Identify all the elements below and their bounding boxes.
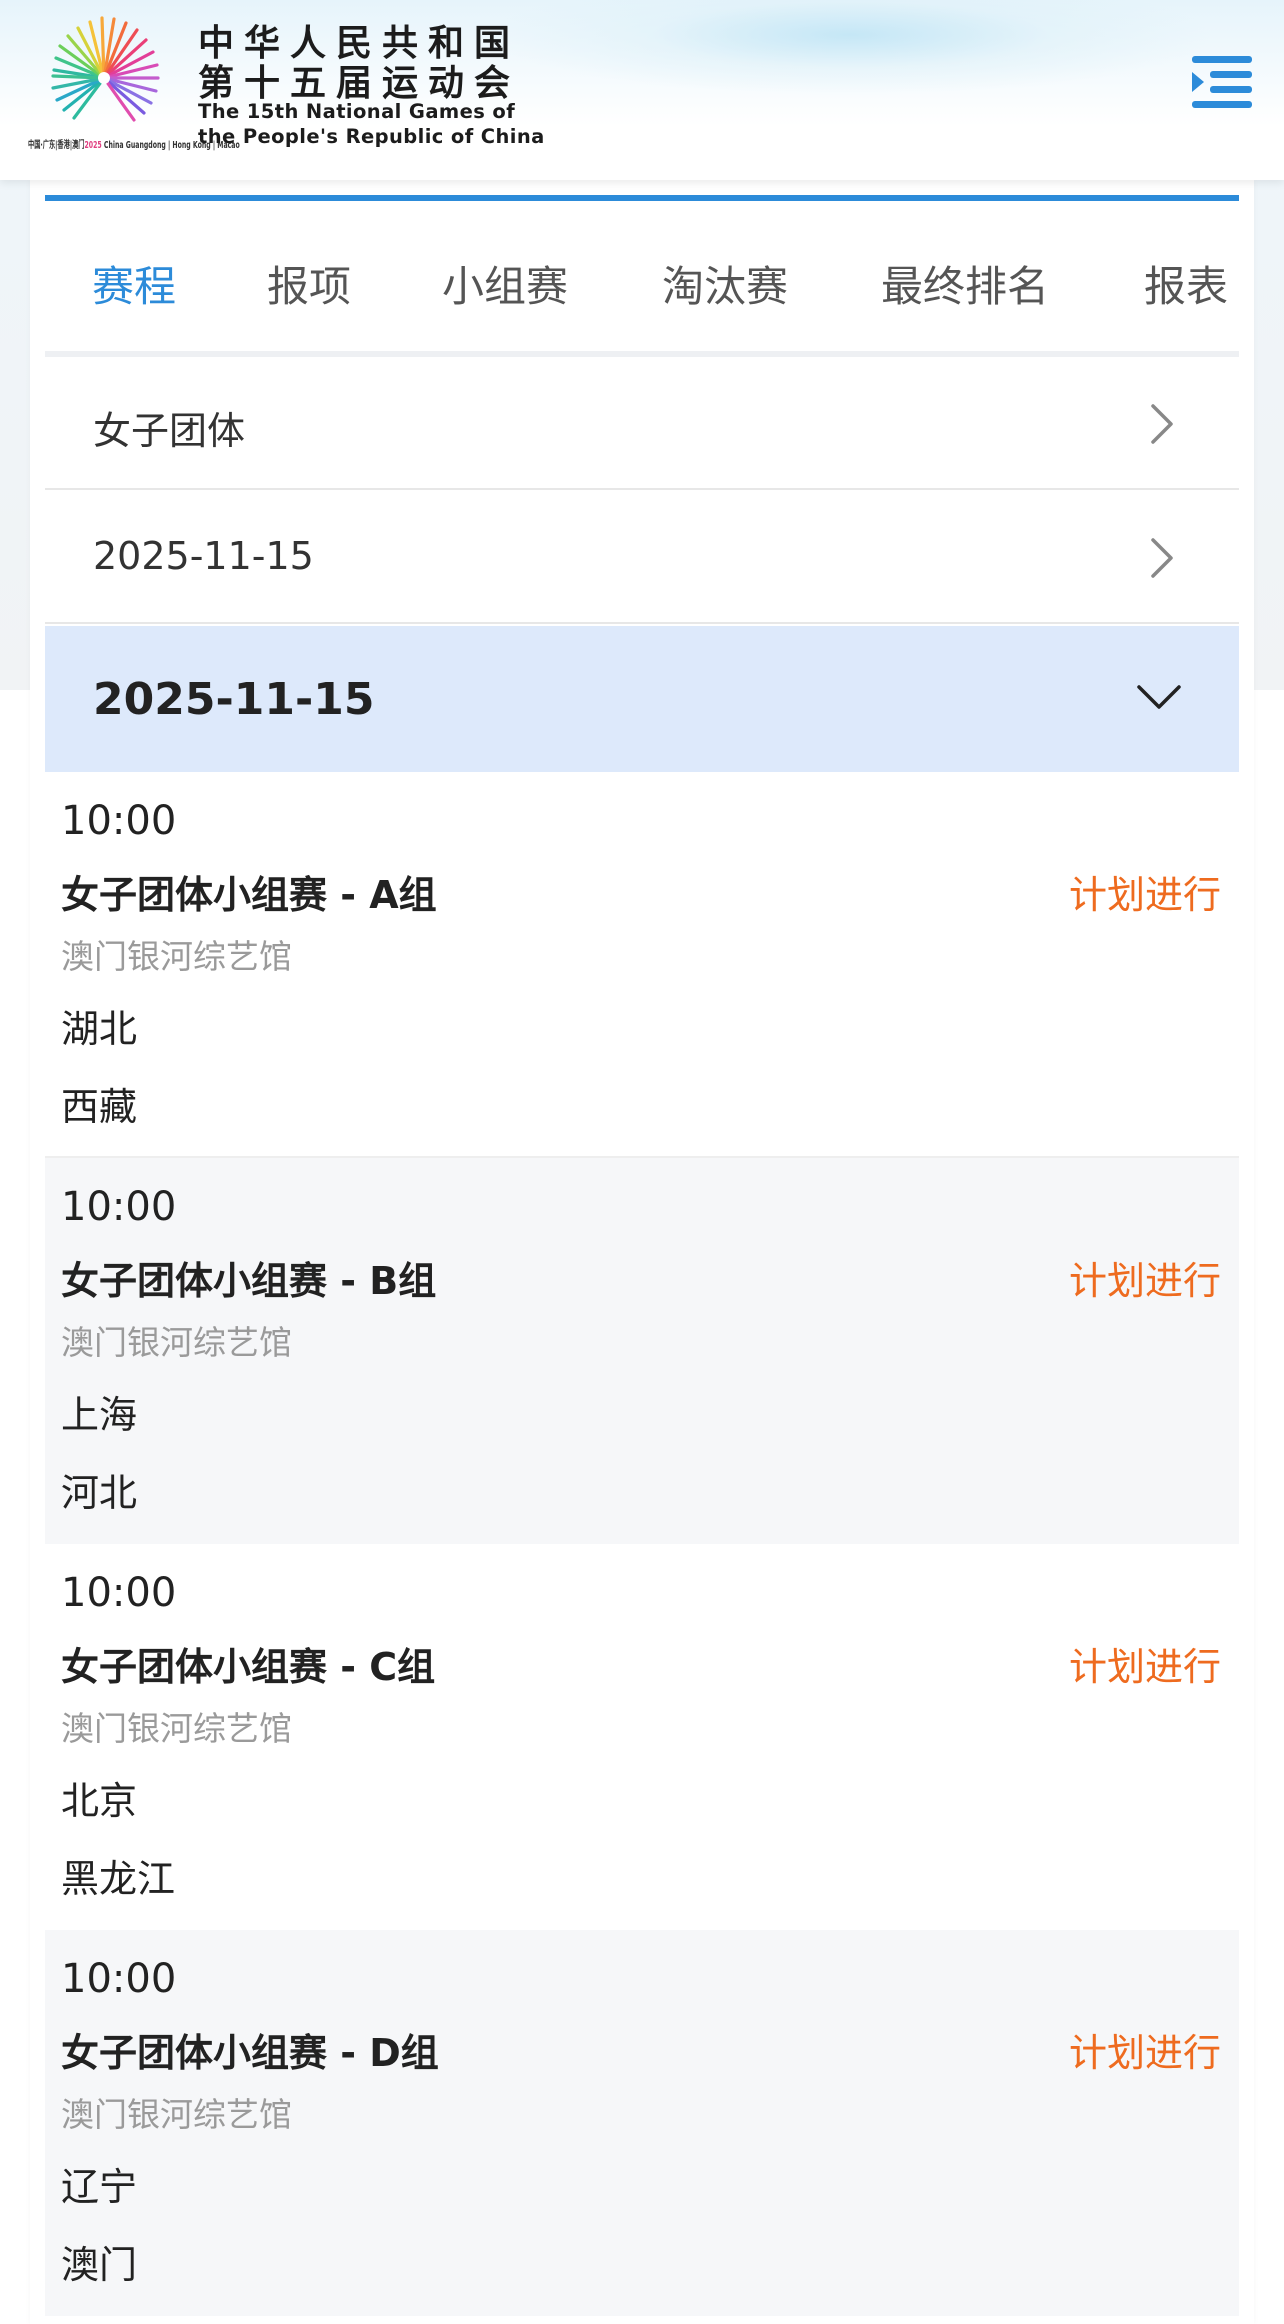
match-item[interactable]: 10:00 女子团体小组赛 - A组 计划进行 澳门银河综艺馆 湖北 西藏: [45, 772, 1239, 1158]
site-header: 中国·广东|香港|澳门2025 China Guangdong | Hong K…: [0, 0, 1284, 180]
match-venue: 澳门银河综艺馆: [61, 1323, 292, 1362]
match-time: 10:00: [61, 798, 177, 844]
match-name: 女子团体小组赛 - A组: [61, 873, 437, 917]
match-team-2: 河北: [61, 1471, 138, 1515]
date-group-label: 2025-11-15: [93, 674, 375, 725]
menu-indent-icon: [1192, 56, 1252, 108]
date-selector-label: 2025-11-15: [93, 534, 314, 578]
match-time: 10:00: [61, 1570, 177, 1616]
site-title-en-line1: The 15th National Games of: [198, 100, 516, 123]
match-status: 计划进行: [1068, 873, 1221, 917]
match-status: 计划进行: [1068, 2031, 1221, 2075]
chevron-right-icon: [1151, 404, 1173, 444]
match-name: 女子团体小组赛 - C组: [61, 1645, 436, 1689]
event-selector[interactable]: 女子团体: [45, 358, 1239, 490]
tabs-divider: [45, 351, 1239, 357]
site-title-cn-line2: 第十五届运动会: [198, 63, 521, 104]
match-item[interactable]: 10:00 女子团体小组赛 - B组 计划进行 澳门银河综艺馆 上海 河北: [45, 1158, 1239, 1544]
chevron-down-icon: [1137, 685, 1181, 709]
games-logo-icon[interactable]: [28, 6, 178, 134]
match-team-1: 辽宁: [61, 2165, 138, 2209]
logo-caption-year: 2025: [84, 140, 102, 151]
match-venue: 澳门银河综艺馆: [61, 1709, 292, 1748]
match-status: 计划进行: [1068, 1645, 1221, 1689]
date-group-header[interactable]: 2025-11-15: [45, 626, 1239, 772]
tab-group-stage[interactable]: 小组赛: [442, 253, 568, 314]
match-name: 女子团体小组赛 - D组: [61, 2031, 439, 2075]
match-time: 10:00: [61, 1184, 177, 1230]
site-title-en-line2: the People's Republic of China: [198, 125, 545, 148]
tab-knockout[interactable]: 淘汰赛: [662, 253, 788, 314]
chevron-right-icon: [1151, 538, 1173, 578]
match-name: 女子团体小组赛 - B组: [61, 1259, 437, 1303]
match-item[interactable]: 10:00 女子团体小组赛 - C组 计划进行 澳门银河综艺馆 北京 黑龙江: [45, 1544, 1239, 1930]
match-time: 10:00: [61, 1956, 177, 2002]
logo-caption: 中国·广东|香港|澳门2025 China Guangdong | Hong K…: [28, 136, 240, 151]
menu-button[interactable]: [1190, 54, 1254, 110]
match-venue: 澳门银河综艺馆: [61, 937, 292, 976]
match-team-2: 澳门: [61, 2243, 138, 2287]
match-team-1: 北京: [61, 1779, 138, 1823]
match-status: 计划进行: [1068, 1259, 1221, 1303]
page: 中国·广东|香港|澳门2025 China Guangdong | Hong K…: [0, 0, 1284, 2324]
match-team-2: 西藏: [61, 1085, 138, 1129]
tab-reports[interactable]: 报表: [1144, 253, 1228, 314]
match-item[interactable]: 10:00 女子团体小组赛 - D组 计划进行 澳门银河综艺馆 辽宁 澳门: [45, 1930, 1239, 2316]
match-venue: 澳门银河综艺馆: [61, 2095, 292, 2134]
match-team-1: 湖北: [61, 1007, 138, 1051]
event-selector-label: 女子团体: [93, 409, 246, 453]
match-team-1: 上海: [61, 1393, 138, 1437]
tab-schedule[interactable]: 赛程: [92, 253, 176, 314]
date-selector[interactable]: 2025-11-15: [45, 492, 1239, 624]
tab-final-ranking[interactable]: 最终排名: [881, 253, 1049, 314]
logo-caption-cn: 中国·广东|香港|澳门: [28, 140, 85, 151]
match-team-2: 黑龙江: [61, 1857, 176, 1901]
tab-bar: 赛程 报项 小组赛 淘汰赛 最终排名 报表: [45, 201, 1239, 353]
tab-entries[interactable]: 报项: [267, 253, 351, 314]
